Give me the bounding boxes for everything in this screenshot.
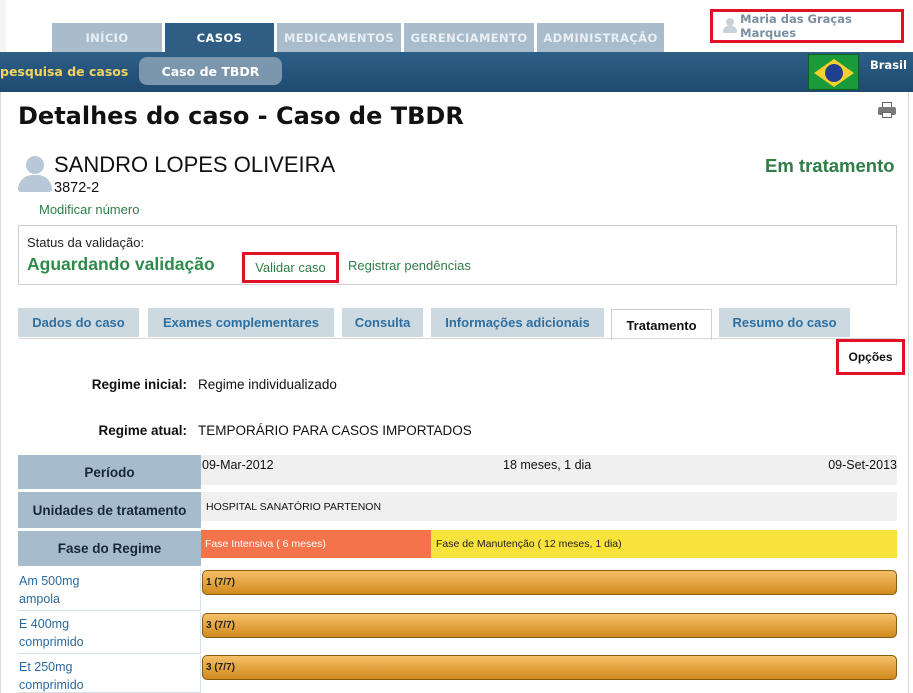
content-border-left — [0, 92, 4, 693]
medicine-name: Am 500mg — [19, 574, 80, 588]
period-row: 09-Mar-2012 18 meses, 1 dia 09-Set-2013 — [201, 455, 897, 485]
user-name: Maria das Graças Marques — [740, 12, 852, 40]
medicine-bar[interactable]: 3 (7/7) — [202, 613, 897, 638]
tab-exames-complementares[interactable]: Exames complementares — [148, 308, 334, 337]
tab-administracao[interactable]: ADMINISTRAÇÃO — [537, 23, 664, 52]
tab-inicio[interactable]: INÍCIO — [52, 23, 162, 52]
medicine-bar[interactable]: 1 (7/7) — [202, 570, 897, 595]
country-label: Brasil — [870, 58, 907, 72]
top-navigation: INÍCIO CASOS MEDICAMENTOS GERENCIAMENTO … — [0, 0, 913, 52]
page-title: Detalhes do caso - Caso de TBDR — [18, 102, 464, 130]
register-pending-link[interactable]: Registrar pendências — [348, 258, 471, 273]
patient-name: SANDRO LOPES OLIVEIRA — [54, 152, 336, 177]
validation-label: Status da validação: — [27, 235, 145, 250]
breadcrumb-bar: pesquisa de casos Caso de TBDR Brasil — [0, 52, 913, 92]
patient-avatar-icon — [18, 156, 52, 192]
medicine-name: E 400mg — [19, 617, 70, 631]
period-start: 09-Mar-2012 — [202, 458, 274, 472]
case-state: Em tratamento — [765, 155, 895, 176]
period-end: 09-Set-2013 — [828, 458, 897, 472]
tab-divider — [18, 338, 897, 339]
content-border-right — [908, 92, 913, 693]
validation-box: Status da validação: Aguardando validaçã… — [18, 225, 897, 285]
phase-maintenance-detail: ( 12 meses, 1 dia) — [537, 538, 622, 550]
medicine-label: Am 500mg ampola — [18, 569, 201, 611]
tab-gerenciamento[interactable]: GERENCIAMENTO — [404, 23, 534, 52]
validation-status: Aguardando validação — [27, 254, 215, 274]
medicine-name: Et 250mg — [19, 660, 73, 674]
current-regimen-label: Regime atual: — [98, 423, 187, 438]
medicine-form: comprimido — [19, 635, 84, 649]
tab-informacoes-adicionais[interactable]: Informações adicionais — [431, 308, 604, 337]
breadcrumb-current: Caso de TBDR — [139, 57, 282, 85]
unit-row: HOSPITAL SANATÓRIO PARTENON — [201, 492, 897, 521]
unit-name: HOSPITAL SANATÓRIO PARTENON — [206, 500, 382, 513]
phase-intensive-label: Fase Intensiva — [205, 538, 274, 550]
user-menu[interactable]: Maria das Graças Marques — [710, 9, 904, 43]
medicine-bar[interactable]: 3 (7/7) — [202, 655, 897, 680]
medicine-label: E 400mg comprimido — [18, 612, 201, 654]
options-button[interactable]: Opções — [836, 339, 905, 375]
tab-tratamento[interactable]: Tratamento — [611, 309, 712, 340]
tab-casos[interactable]: CASOS — [165, 23, 274, 52]
units-header: Unidades de tratamento — [18, 492, 201, 531]
period-header: Período — [18, 455, 201, 492]
main-tabs: INÍCIO CASOS MEDICAMENTOS GERENCIAMENTO … — [52, 23, 667, 52]
breadcrumb-search-cases[interactable]: pesquisa de casos — [0, 64, 128, 79]
brazil-flag-icon[interactable] — [808, 54, 859, 90]
nav-edge — [0, 0, 6, 52]
user-icon — [723, 18, 737, 34]
phase-intensive-detail: ( 6 meses) — [276, 538, 326, 550]
tab-consulta[interactable]: Consulta — [342, 308, 423, 337]
modify-number-link[interactable]: Modificar número — [39, 202, 139, 217]
print-icon[interactable] — [878, 102, 896, 118]
case-number: 3872-2 — [54, 180, 100, 196]
period-duration: 18 meses, 1 dia — [503, 458, 592, 472]
phase-header: Fase do Regime — [18, 531, 201, 569]
medicine-label: Et 250mg comprimido — [18, 655, 201, 693]
phase-intensive[interactable]: Fase Intensiva ( 6 meses) — [201, 530, 431, 558]
medicine-form: ampola — [19, 592, 60, 606]
current-regimen-value: TEMPORÁRIO PARA CASOS IMPORTADOS — [198, 423, 472, 438]
phase-maintenance-label: Fase de Manutenção — [436, 538, 535, 550]
initial-regimen-label: Regime inicial: — [91, 377, 187, 392]
validate-case-button[interactable]: Validar caso — [242, 252, 339, 283]
phase-maintenance[interactable]: Fase de Manutenção ( 12 meses, 1 dia) — [431, 530, 897, 558]
tab-resumo-do-caso[interactable]: Resumo do caso — [719, 308, 850, 337]
tab-dados-do-caso[interactable]: Dados do caso — [18, 308, 139, 337]
medicine-form: comprimido — [19, 678, 84, 692]
initial-regimen-value: Regime individualizado — [198, 377, 337, 392]
tab-medicamentos[interactable]: MEDICAMENTOS — [277, 23, 401, 52]
